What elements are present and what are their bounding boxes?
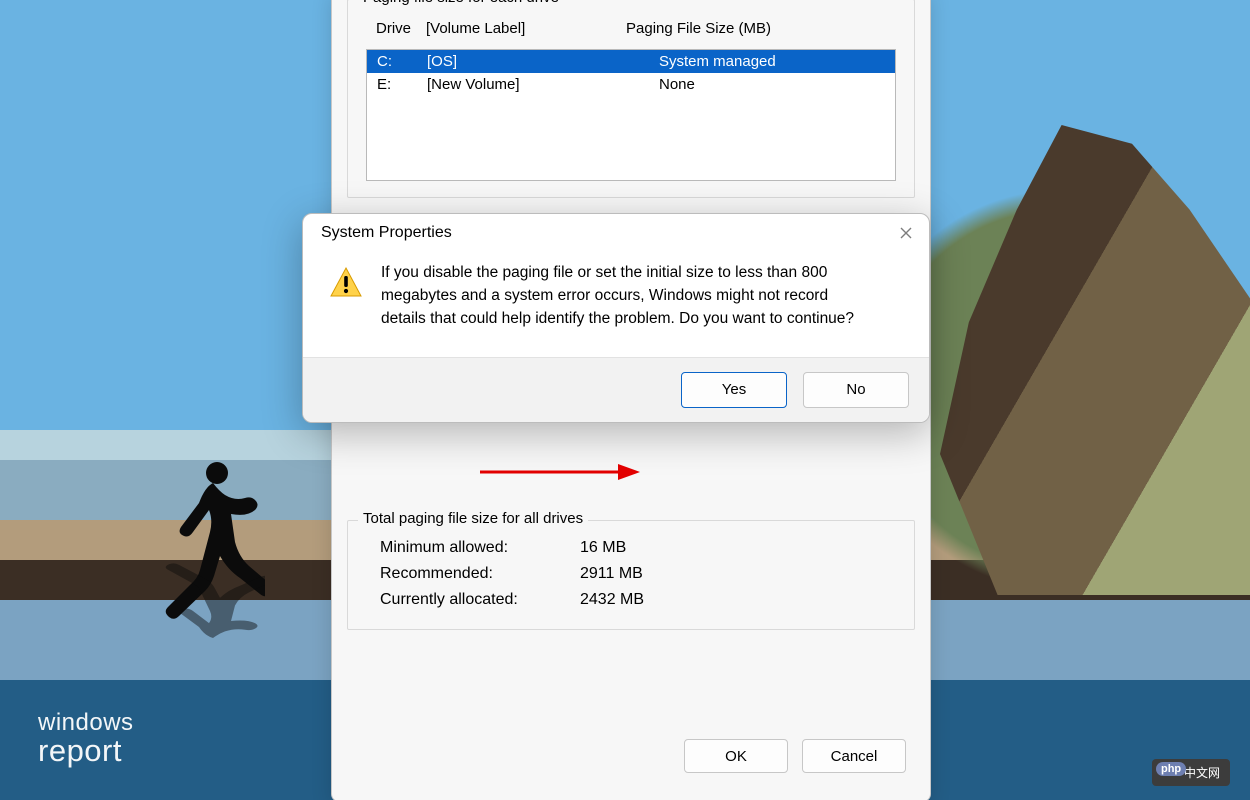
total-paging-label: Total paging file size for all drives bbox=[358, 510, 588, 527]
total-paging-groupbox: Total paging file size for all drives Mi… bbox=[347, 520, 915, 630]
col-volume: [Volume Label] bbox=[426, 20, 626, 37]
dialog-title: System Properties bbox=[321, 224, 452, 242]
drive-row[interactable]: C: [OS] System managed bbox=[367, 50, 895, 73]
paging-per-drive-groupbox: Paging file size for each drive Drive [V… bbox=[347, 0, 915, 198]
desktop-background: Paging file size for each drive Drive [V… bbox=[0, 0, 1250, 800]
drive-cell: C: bbox=[377, 53, 427, 70]
drive-list[interactable]: C: [OS] System managed E: [New Volume] N… bbox=[366, 49, 896, 181]
drive-list-header: Drive [Volume Label] Paging File Size (M… bbox=[366, 14, 896, 41]
dialog-message: If you disable the paging file or set th… bbox=[381, 262, 861, 331]
dialog-titlebar[interactable]: System Properties bbox=[303, 214, 929, 250]
system-properties-dialog: System Properties If you disable the pag… bbox=[302, 213, 930, 423]
paging-per-drive-label: Paging file size for each drive bbox=[358, 0, 564, 6]
min-allowed-label: Minimum allowed: bbox=[380, 539, 580, 557]
bg-rock bbox=[940, 125, 1250, 595]
min-allowed-value: 16 MB bbox=[580, 539, 626, 557]
warning-icon bbox=[329, 266, 363, 300]
currently-allocated-value: 2432 MB bbox=[580, 591, 644, 609]
col-paging: Paging File Size (MB) bbox=[626, 20, 886, 37]
php-cn-watermark: 中文网 bbox=[1152, 759, 1230, 786]
volume-cell: [OS] bbox=[427, 53, 627, 70]
paging-cell: None bbox=[627, 76, 885, 93]
wr-line1: windows bbox=[38, 710, 134, 735]
volume-cell: [New Volume] bbox=[427, 76, 627, 93]
drive-row[interactable]: E: [New Volume] None bbox=[367, 73, 895, 96]
bg-runner-silhouette bbox=[155, 455, 265, 655]
totals-row-cur: Currently allocated: 2432 MB bbox=[366, 587, 896, 613]
totals-row-min: Minimum allowed: 16 MB bbox=[366, 535, 896, 561]
php-cn-text: 中文网 bbox=[1184, 764, 1220, 781]
totals-row-rec: Recommended: 2911 MB bbox=[366, 561, 896, 587]
col-drive: Drive bbox=[376, 20, 426, 37]
no-button[interactable]: No bbox=[803, 372, 909, 408]
recommended-value: 2911 MB bbox=[580, 565, 643, 583]
yes-button[interactable]: Yes bbox=[681, 372, 787, 408]
windows-report-watermark: windows report bbox=[38, 710, 134, 768]
currently-allocated-label: Currently allocated: bbox=[380, 591, 580, 609]
recommended-label: Recommended: bbox=[380, 565, 580, 583]
drive-cell: E: bbox=[377, 76, 427, 93]
close-icon[interactable] bbox=[897, 224, 915, 242]
wr-line2: report bbox=[38, 735, 134, 768]
dialog-footer: Yes No bbox=[303, 357, 929, 422]
cancel-button[interactable]: Cancel bbox=[802, 739, 906, 773]
paging-cell: System managed bbox=[627, 53, 885, 70]
ok-button[interactable]: OK bbox=[684, 739, 788, 773]
